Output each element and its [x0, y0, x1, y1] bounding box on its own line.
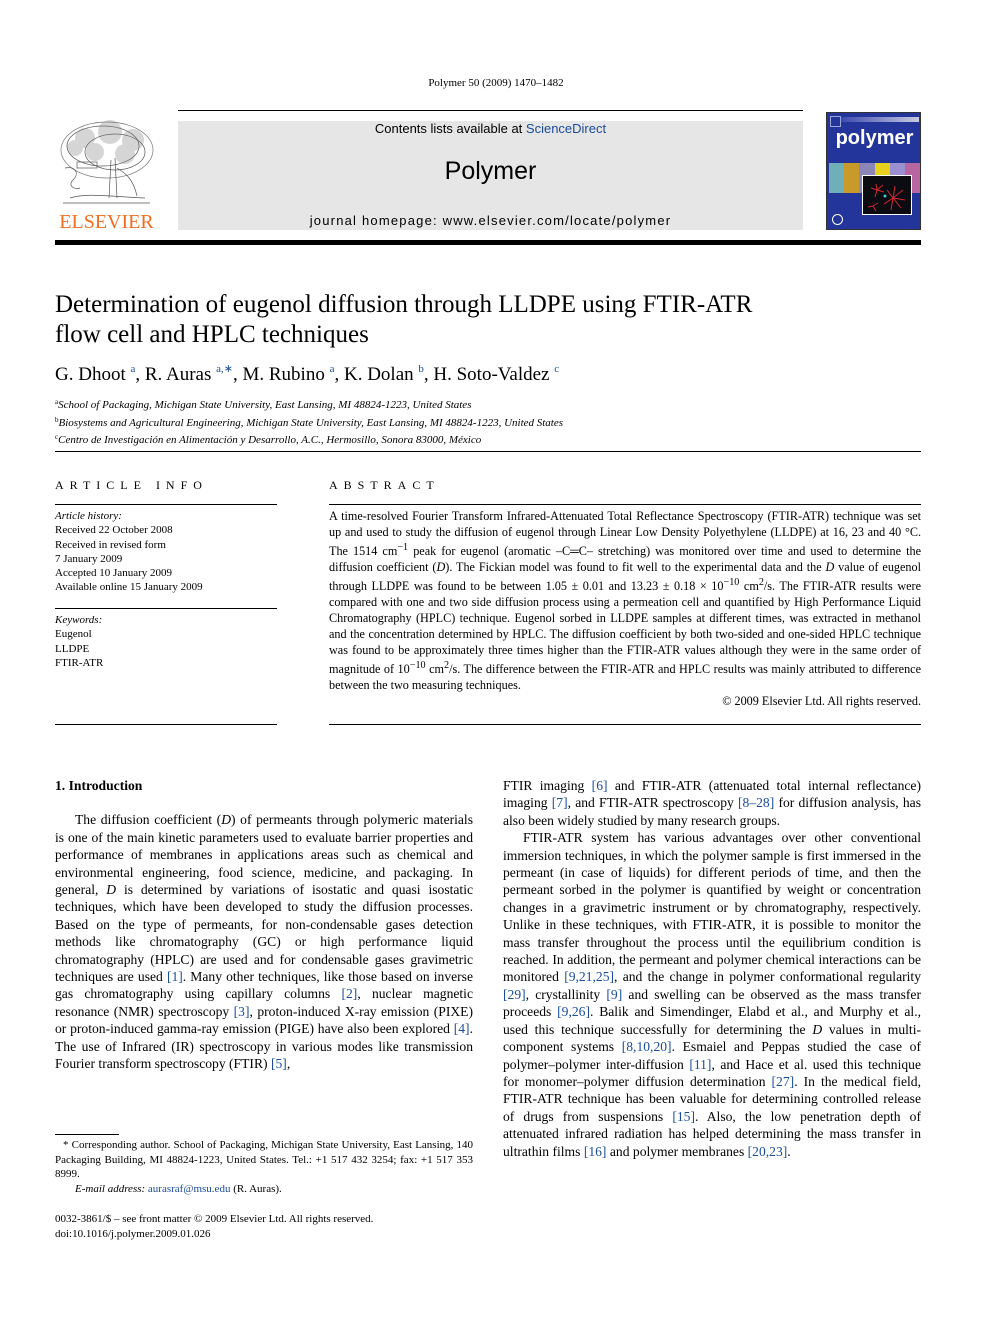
cover-title: polymer [835, 127, 914, 149]
elsevier-wordmark: ELSEVIER [59, 211, 154, 233]
body-column-right: FTIR imaging [6] and FTIR-ATR (attenuate… [503, 777, 921, 1160]
elsevier-logo[interactable]: ELSEVIER [55, 118, 158, 233]
citation-link[interactable]: [9,26] [557, 1004, 590, 1019]
affiliations: aSchool of Packaging, Michigan State Uni… [55, 395, 563, 448]
citation-link[interactable]: [8–28] [738, 795, 774, 810]
footnote-rule [55, 1134, 119, 1135]
citation-link[interactable]: [20,23] [748, 1144, 788, 1159]
journal-title: Polymer [444, 157, 537, 185]
email-link[interactable]: aurasraf@msu.edu [148, 1183, 231, 1195]
body-paragraph: FTIR-ATR system has various advantages o… [503, 830, 921, 1159]
article-title-line1: Determination of eugenol diffusion throu… [55, 291, 753, 318]
citation-link[interactable]: [29] [503, 987, 526, 1002]
email-line: E-mail address: aurasraf@msu.edu (R. Aur… [55, 1182, 473, 1197]
article-title-line2: flow cell and HPLC techniques [55, 321, 369, 348]
elsevier-tree-icon [60, 120, 154, 204]
running-head: Polymer 50 (2009) 1470–1482 [428, 77, 564, 89]
body-paragraph: The diffusion coefficient (D) of permean… [55, 812, 474, 1072]
author[interactable]: G. Dhoot [55, 364, 126, 385]
citation-link[interactable]: [2] [341, 986, 357, 1001]
citation-link[interactable]: [27] [772, 1074, 795, 1089]
cover-fluorescence-icon [867, 183, 906, 212]
affiliation-text: Biosystems and Agricultural Engineering,… [58, 416, 564, 429]
citation-link[interactable]: [4] [454, 1021, 470, 1036]
author[interactable]: M. Rubino [242, 364, 324, 385]
article-info-rule [55, 504, 277, 505]
affiliation-text: School of Packaging, Michigan State Univ… [58, 399, 472, 411]
email-suffix: (R. Auras). [230, 1182, 282, 1195]
contents-line: Contents lists available at ScienceDirec… [178, 121, 803, 137]
keywords-label: Keywords: [55, 614, 103, 626]
citation-link[interactable]: [9] [606, 987, 622, 1002]
abstract-body: A time-resolved Fourier Transform Infrar… [329, 508, 921, 709]
article-history: Article history: Received 22 October 200… [55, 509, 277, 595]
article-history-label: Article history: [55, 510, 122, 522]
cover-badge-icon [832, 214, 843, 225]
citation-link[interactable]: [8,10,20] [622, 1039, 672, 1054]
affiliation: bBiosystems and Agricultural Engineering… [55, 413, 563, 431]
citation-link[interactable]: [5] [271, 1056, 287, 1071]
author[interactable]: K. Dolan [344, 364, 414, 385]
history-item: 7 January 2009 [55, 552, 123, 565]
abstract-copyright: © 2009 Elsevier Ltd. All rights reserved… [722, 694, 921, 709]
author-list: G. Dhoot a, R. Auras a,∗, M. Rubino a, K… [55, 363, 560, 385]
citation-link[interactable]: [7] [552, 795, 568, 810]
abstract-text: A time-resolved Fourier Transform Infrar… [329, 509, 922, 693]
history-item: Received 22 October 2008 [55, 524, 173, 537]
author-affiliation-link[interactable]: a,∗ [216, 363, 233, 375]
front-matter: 0032-3861/$ – see front matter © 2009 El… [55, 1212, 373, 1241]
keywords: Keywords: Eugenol LLDPE FTIR-ATR [55, 613, 277, 670]
journal-banner: Contents lists available at ScienceDirec… [178, 121, 803, 230]
corresponding-author-footnote: * Corresponding author. School of Packag… [55, 1138, 473, 1196]
article-info-rule [55, 608, 277, 609]
citation-link[interactable]: [9,21,25] [564, 969, 614, 984]
keyword[interactable]: LLDPE [55, 642, 277, 656]
journal-cover-image[interactable]: polymer [826, 112, 921, 230]
history-item: Received in revised form [55, 538, 166, 551]
affiliation: aSchool of Packaging, Michigan State Uni… [55, 395, 563, 413]
contents-prefix: Contents lists available at [374, 121, 526, 136]
keyword[interactable]: FTIR-ATR [55, 656, 277, 670]
cover-elsevier-mark-icon [830, 116, 841, 127]
abstract-heading: ABSTRACT [329, 478, 440, 492]
section-heading-introduction: 1. Introduction [55, 778, 143, 793]
article-info-heading: ARTICLE INFO [55, 478, 208, 492]
keyword[interactable]: Eugenol [55, 627, 277, 641]
citation-link[interactable]: [15] [672, 1109, 695, 1124]
abstract-rule [329, 504, 921, 505]
email-label: E-mail address: [75, 1182, 146, 1195]
citation-link[interactable]: [16] [584, 1144, 607, 1159]
affiliation: cCentro de Investigación en Alimentación… [55, 430, 563, 448]
citation-link[interactable]: [6] [592, 778, 608, 793]
author[interactable]: R. Auras [145, 364, 212, 385]
section-divider [55, 451, 921, 452]
corresponding-author-text: * Corresponding author. School of Packag… [55, 1139, 473, 1180]
body-column-left: 1. Introduction The diffusion coefficien… [55, 777, 473, 1073]
citation-link[interactable]: [11] [689, 1057, 711, 1072]
affiliation-text: Centro de Investigación en Alimentación … [58, 434, 482, 446]
issn-line: 0032-3861/$ – see front matter © 2009 El… [55, 1213, 374, 1225]
sciencedirect-link[interactable]: ScienceDirect [526, 121, 606, 136]
doi-link[interactable]: doi:10.1016/j.polymer.2009.01.026 [55, 1227, 373, 1242]
journal-homepage-link[interactable]: journal homepage: www.elsevier.com/locat… [178, 213, 803, 228]
header-rule [178, 110, 803, 111]
abstract-rule [329, 724, 921, 725]
author-affiliation-link[interactable]: b [418, 363, 424, 375]
author-affiliation-link[interactable]: a [330, 363, 335, 375]
article-info-rule [55, 724, 277, 725]
cover-inset-image [862, 175, 912, 215]
body-paragraph: FTIR imaging [6] and FTIR-ATR (attenuate… [503, 778, 922, 828]
article-title: Determination of eugenol diffusion throu… [55, 290, 915, 350]
author[interactable]: H. Soto-Valdez [433, 364, 549, 385]
header-thick-rule [55, 240, 921, 245]
citation-link[interactable]: [3] [234, 1004, 250, 1019]
history-item: Available online 15 January 2009 [55, 581, 203, 594]
history-item: Accepted 10 January 2009 [55, 567, 172, 580]
cover-top-band [841, 117, 919, 122]
author-affiliation-link[interactable]: a [130, 363, 135, 375]
citation-link[interactable]: [1] [167, 969, 183, 984]
author-affiliation-link[interactable]: c [554, 363, 559, 375]
